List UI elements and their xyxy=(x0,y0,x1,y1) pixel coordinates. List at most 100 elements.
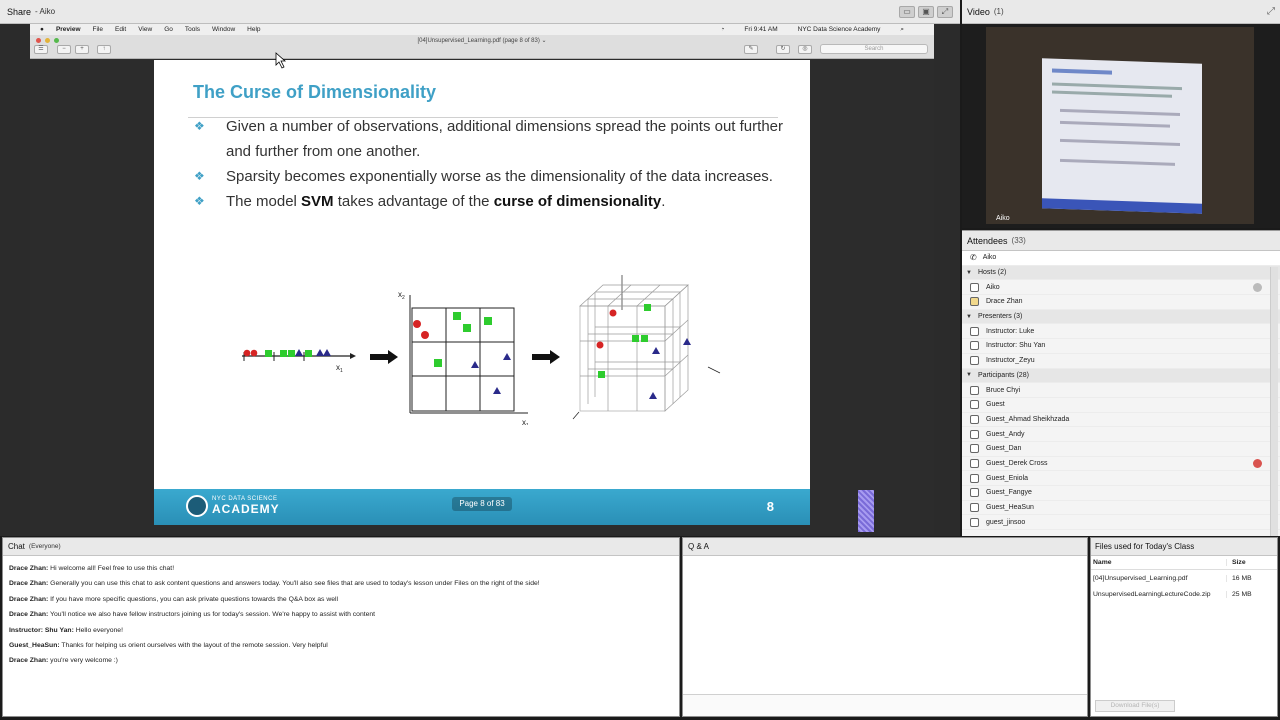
attendees-scrollbar[interactable] xyxy=(1270,267,1278,536)
green-point xyxy=(305,350,312,357)
document-title: [04]Unsupervised_Learning.pdf (page 8 of… xyxy=(417,38,547,44)
menu-org: NYC Data Science Academy xyxy=(797,25,881,33)
red-point xyxy=(250,349,258,357)
shared-screen-artifact xyxy=(858,490,874,532)
menu-help: Help xyxy=(247,26,261,33)
attendee-row[interactable]: Guest_Andy xyxy=(962,427,1280,442)
participant-icon xyxy=(970,414,979,424)
participant-icon xyxy=(970,444,979,454)
group-participants[interactable]: ▼ Participants (28) xyxy=(962,368,1280,384)
file-row[interactable]: UnsupervisedLearningLectureCode.zip 25 M… xyxy=(1091,586,1277,602)
green-point xyxy=(288,350,295,357)
fullscreen-icon[interactable]: ⤢ xyxy=(1267,6,1275,17)
collapse-icon[interactable]: ▼ xyxy=(966,314,972,320)
video-pod-header: Video (1) ⤢ xyxy=(962,0,1280,24)
markup-icon: ✎ xyxy=(744,45,758,54)
bullet-item: ❖ Given a number of observations, additi… xyxy=(194,114,784,164)
column-size[interactable]: Size xyxy=(1227,559,1246,566)
bullet-item: ❖ The model SVM takes advantage of the c… xyxy=(194,189,784,214)
figure-2d: x2 x1 xyxy=(398,290,529,425)
bullet-text: The model SVM takes advantage of the cur… xyxy=(226,193,666,210)
attendee-row[interactable]: Bruce Chyi xyxy=(962,383,1280,398)
slide-bullets: ❖ Given a number of observations, additi… xyxy=(194,114,784,214)
fullscreen-icon[interactable]: ⤢ xyxy=(937,5,953,18)
participant-icon xyxy=(970,517,979,527)
bullet-diamond-icon: ❖ xyxy=(194,169,205,183)
status-away-icon xyxy=(1253,458,1262,468)
menu-edit: Edit xyxy=(115,26,127,33)
presenter-icon xyxy=(970,341,979,351)
attendee-row[interactable]: Instructor_Zeyu xyxy=(962,354,1280,369)
green-point xyxy=(641,335,648,342)
chat-message: Drace Zhan: Generally you can use this c… xyxy=(9,580,540,588)
share-icon: ↑ xyxy=(97,45,111,54)
participant-icon xyxy=(970,385,979,395)
attendee-row[interactable]: Instructor: Shu Yan xyxy=(962,339,1280,354)
phone-icon: ✆ xyxy=(970,253,977,263)
chat-messages: Drace Zhan: Hi welcome all! Feel free to… xyxy=(3,556,679,674)
video-count: (1) xyxy=(993,7,1004,16)
connect-meeting-window: Share - Aiko ▭ ▣ ⤢ ● Preview File Edit V… xyxy=(0,0,1280,720)
chat-scope: (Everyone) xyxy=(28,543,61,550)
attendee-row[interactable]: Aiko xyxy=(962,280,1280,296)
zoom-out-icon: − xyxy=(57,45,71,54)
attendee-row[interactable]: Instructor: Luke xyxy=(962,324,1280,340)
qa-pod: Q & A xyxy=(682,537,1088,717)
preview-search: Search xyxy=(820,44,928,54)
attendee-row[interactable]: Guest_Fangye xyxy=(962,486,1280,501)
attendee-row[interactable]: Guest_Dan xyxy=(962,442,1280,457)
projected-slide-image xyxy=(1042,58,1202,214)
pod-fit-icon[interactable]: ▣ xyxy=(918,5,934,18)
slide-footer: NYC DATA SCIENCE ACADEMY Page 8 of 83 8 xyxy=(154,489,810,525)
blue-point xyxy=(316,349,324,356)
attendee-row[interactable]: guest_jinsoo xyxy=(962,515,1280,531)
attendee-row[interactable]: Guest xyxy=(962,398,1280,413)
attendee-row[interactable]: Drace Zhan xyxy=(962,295,1280,310)
menu-tools: Tools xyxy=(184,26,201,33)
green-point xyxy=(434,359,442,367)
menu-clock: Fri 9:41 AM xyxy=(744,25,778,33)
collapse-icon[interactable]: ▼ xyxy=(966,270,972,276)
rotate-icon: ↻ xyxy=(776,45,790,54)
chat-message: Drace Zhan: You'll notice we also have f… xyxy=(9,611,376,619)
files-table-header: Name Size xyxy=(1091,556,1277,570)
blue-point xyxy=(652,347,660,354)
blue-point xyxy=(295,349,303,356)
blue-point xyxy=(471,361,479,368)
attendees-pod: Attendees (33) ✆ Aiko ▼ Hosts (2) Aiko D… xyxy=(962,230,1280,536)
group-presenters[interactable]: ▼ Presenters (3) xyxy=(962,309,1280,325)
column-name[interactable]: Name xyxy=(1091,559,1227,566)
attendee-row[interactable]: Guest_Eniola xyxy=(962,471,1280,486)
collapse-icon[interactable]: ▼ xyxy=(966,372,972,378)
slide-number: 8 xyxy=(766,499,774,514)
menu-go: Go xyxy=(164,26,173,33)
chat-message: Guest_HeaSun: Thanks for helping us orie… xyxy=(9,642,328,650)
red-point xyxy=(243,349,251,357)
pod-layout-icon[interactable]: ▭ xyxy=(899,5,915,18)
spotlight-icon: ⌕ xyxy=(900,25,904,33)
chat-message: Drace Zhan: Hi welcome all! Feel free to… xyxy=(9,565,175,572)
chat-message: Drace Zhan: you're very welcome :) xyxy=(9,657,118,665)
axis-x1-label: x1 xyxy=(522,418,529,425)
my-status-row[interactable]: ✆ Aiko xyxy=(962,251,1280,266)
group-hosts[interactable]: ▼ Hosts (2) xyxy=(962,265,1280,281)
participant-icon xyxy=(970,400,979,410)
attendee-row[interactable]: Guest_Derek Cross xyxy=(962,457,1280,472)
host-icon xyxy=(970,282,979,292)
qa-input[interactable] xyxy=(683,694,1087,716)
bullet-text: Given a number of observations, addition… xyxy=(226,118,783,160)
participant-icon xyxy=(970,458,979,468)
dimensionality-figure: x1 x2 x1 xyxy=(242,275,721,425)
attendee-row[interactable]: Guest_Ahmad Sheikhzada xyxy=(962,413,1280,428)
participant-icon xyxy=(970,488,979,498)
preview-toolbar: [04]Unsupervised_Learning.pdf (page 8 of… xyxy=(30,35,934,59)
apple-icon: ● xyxy=(40,26,44,33)
bullet-text: Sparsity becomes exponentially worse as … xyxy=(226,168,773,185)
qa-header: Q & A xyxy=(683,538,1087,556)
annotate-icon: ◎ xyxy=(798,45,812,54)
green-point xyxy=(598,371,605,378)
bullet-diamond-icon: ❖ xyxy=(194,119,205,133)
download-files-button[interactable]: Download File(s) xyxy=(1095,700,1175,712)
file-row[interactable]: [04]Unsupervised_Learning.pdf 16 MB xyxy=(1091,570,1277,586)
attendee-row[interactable]: Guest_HeaSun xyxy=(962,501,1280,516)
